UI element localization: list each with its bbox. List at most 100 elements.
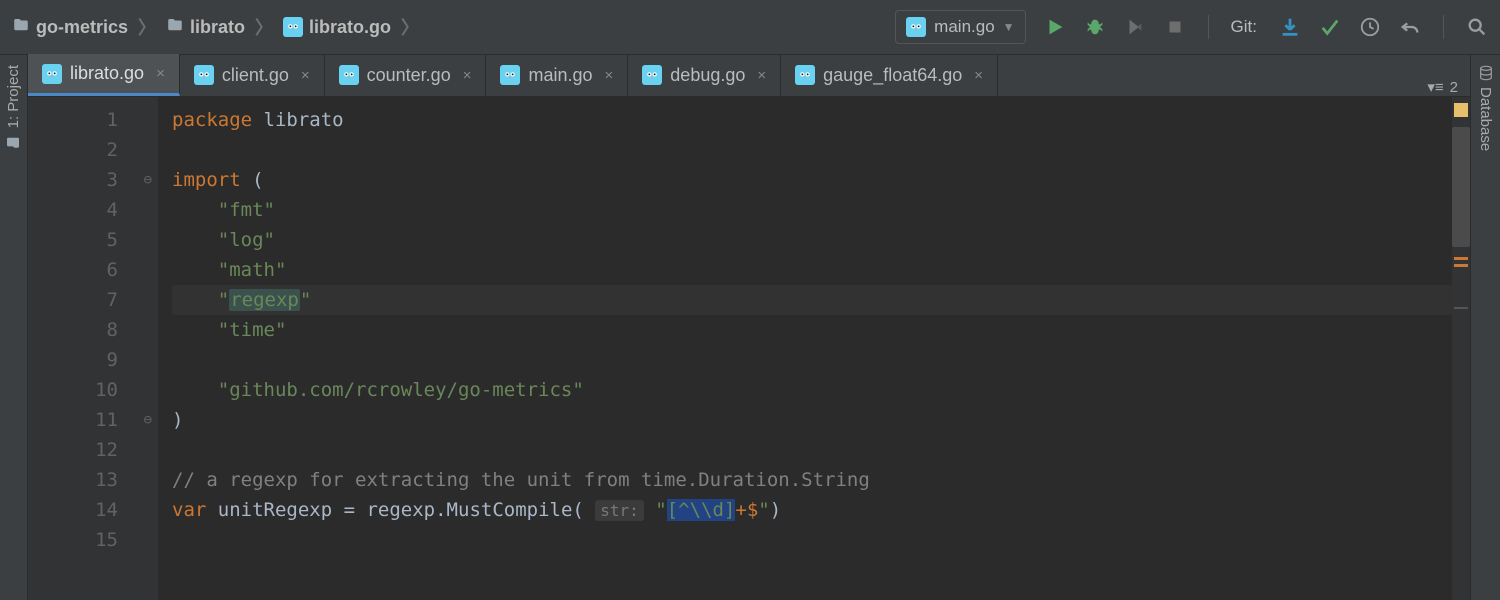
tab-label: counter.go [367,65,451,86]
git-revert-button[interactable] [1399,16,1421,38]
project-tool-button[interactable]: 1: Project [5,65,22,150]
code-line: "math" [172,255,1452,285]
debug-button[interactable] [1084,16,1106,38]
tab-label: librato.go [70,63,144,84]
tab-label: main.go [528,65,592,86]
close-icon[interactable]: × [605,67,614,84]
git-history-button[interactable] [1359,16,1381,38]
toolbar-separator [1443,15,1444,39]
tab-overflow[interactable]: ▾≡ 2 [1415,78,1470,96]
line-number: 9 [28,345,118,375]
chevron-right-icon: 〉 [136,14,158,40]
run-configuration-selector[interactable]: main.go ▼ [895,10,1025,44]
close-icon[interactable]: × [974,67,983,84]
inspection-indicator-icon[interactable] [1454,103,1468,117]
code-content[interactable]: package librato import ( "fmt" "log" "ma… [158,97,1452,600]
tab-librato[interactable]: librato.go × [28,54,180,96]
line-number: 3 [28,165,118,195]
run-coverage-button[interactable] [1124,16,1146,38]
code-line [172,135,1452,165]
line-number: 12 [28,435,118,465]
code-line: // a regexp for extracting the unit from… [172,465,1452,495]
right-tool-strip: Database [1470,55,1500,600]
git-pull-button[interactable] [1279,16,1301,38]
code-line: "time" [172,315,1452,345]
git-label: Git: [1231,17,1257,37]
error-stripe[interactable] [1452,97,1470,600]
go-file-icon [42,64,62,84]
database-icon [1478,65,1494,81]
marker-highlight[interactable] [1454,257,1468,267]
go-file-icon [642,65,662,85]
marker-tick[interactable] [1454,307,1468,309]
code-line [172,345,1452,375]
breadcrumb-folder-label: librato [190,17,245,38]
breadcrumb-root[interactable]: go-metrics [12,16,128,39]
left-tool-strip: 1: Project [0,55,28,600]
toolbar-separator [1208,15,1209,39]
tab-client[interactable]: client.go × [180,54,325,96]
fold-toggle-icon[interactable]: ⊖ [144,165,152,195]
breadcrumb-root-label: go-metrics [36,17,128,38]
line-number: 1 [28,105,118,135]
close-icon[interactable]: × [757,67,766,84]
line-number: 10 [28,375,118,405]
code-editor[interactable]: 1 2 3 ⊖ 4 5 6 7 8 9 10 11 ⊖ 12 13 14 15 … [28,97,1470,600]
go-file-icon [906,17,926,37]
database-tool-button[interactable]: Database [1477,65,1494,151]
code-line: "regexp" [172,285,1452,315]
line-number: 5 [28,225,118,255]
code-line [172,435,1452,465]
toolbar-actions: Git: [1044,15,1488,39]
line-number: 2 [28,135,118,165]
run-configuration-label: main.go [934,17,994,37]
tab-gauge[interactable]: gauge_float64.go × [781,54,998,96]
database-tool-label: Database [1477,87,1494,151]
scrollbar-thumb[interactable] [1452,127,1470,247]
go-file-icon [500,65,520,85]
tab-overflow-count: 2 [1450,79,1458,96]
line-number: 14 [28,495,118,525]
go-file-icon [283,17,303,37]
line-gutter[interactable]: 1 2 3 ⊖ 4 5 6 7 8 9 10 11 ⊖ 12 13 14 15 [28,97,158,600]
close-icon[interactable]: × [156,65,165,82]
line-number: 15 [28,525,118,555]
line-number: 7 [28,285,118,315]
close-icon[interactable]: × [301,67,310,84]
breadcrumb-folder[interactable]: librato [166,16,245,39]
code-line: "github.com/rcrowley/go-metrics" [172,375,1452,405]
line-number: 13 [28,465,118,495]
parameter-hint: str: [595,500,644,521]
tab-label: gauge_float64.go [823,65,962,86]
tab-label: debug.go [670,65,745,86]
go-file-icon [194,65,214,85]
tab-label: client.go [222,65,289,86]
project-tool-label: 1: Project [5,65,22,128]
chevron-right-icon: 〉 [399,14,421,40]
tab-list-icon: ▾≡ [1427,78,1443,96]
editor-tabs: librato.go × client.go × counter.go × ma… [28,55,1470,97]
code-line: ) [172,405,1452,435]
go-file-icon [795,65,815,85]
code-line: "fmt" [172,195,1452,225]
code-line: "log" [172,225,1452,255]
breadcrumb-file[interactable]: librato.go [283,17,391,38]
breadcrumb[interactable]: go-metrics 〉 librato 〉 librato.go 〉 [12,14,421,40]
code-line: package librato [172,105,1452,135]
close-icon[interactable]: × [463,67,472,84]
chevron-down-icon: ▼ [1003,20,1015,34]
tab-counter[interactable]: counter.go × [325,54,487,96]
stop-button[interactable] [1164,16,1186,38]
run-button[interactable] [1044,16,1066,38]
breadcrumb-file-label: librato.go [309,17,391,38]
chevron-right-icon: 〉 [253,14,275,40]
git-commit-button[interactable] [1319,16,1341,38]
code-line: import ( [172,165,1452,195]
tab-main[interactable]: main.go × [486,54,628,96]
code-line: var unitRegexp = regexp.MustCompile( str… [172,495,1452,525]
go-file-icon [339,65,359,85]
folder-icon [12,16,30,39]
tab-debug[interactable]: debug.go × [628,54,781,96]
fold-toggle-icon[interactable]: ⊖ [144,405,152,435]
search-button[interactable] [1466,16,1488,38]
